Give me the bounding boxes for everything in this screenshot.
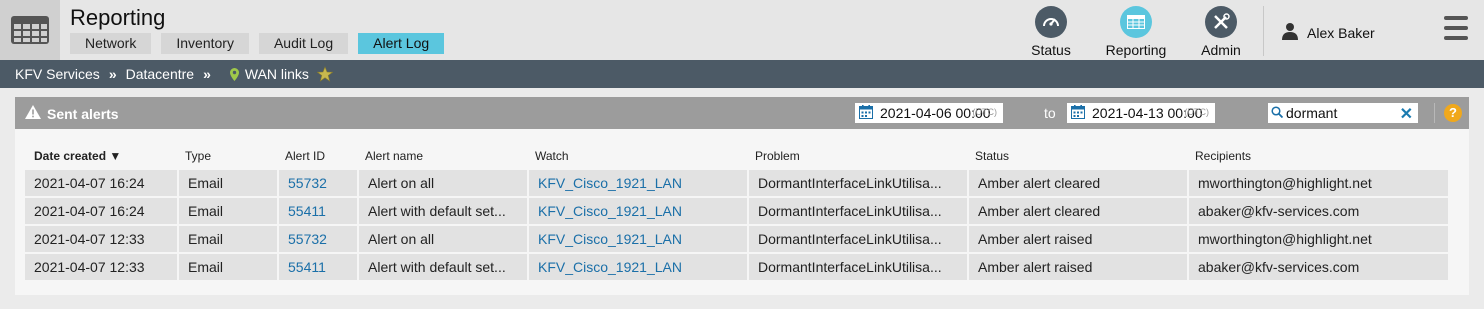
user-icon (1281, 22, 1299, 43)
column-type[interactable]: Type (185, 149, 211, 163)
status-cell: Amber alert raised (969, 254, 1187, 280)
calendar-icon (1071, 104, 1085, 122)
breadcrumb: KFV Services » Datacentre » WAN links (0, 60, 1484, 88)
alerts-table: Date created ▼ Type Alert ID Alert name … (25, 143, 1448, 281)
table-grid-icon[interactable] (0, 0, 60, 60)
top-header: Reporting Network Inventory Audit Log Al… (0, 0, 1484, 60)
search-icon (1271, 105, 1284, 121)
column-problem[interactable]: Problem (755, 149, 800, 163)
type-cell: Email (179, 170, 277, 196)
gauge-icon (1035, 6, 1067, 38)
recipients-cell: abaker@kfv-services.com (1189, 254, 1448, 280)
tab-network[interactable]: Network (70, 33, 152, 54)
calendar-icon (859, 104, 873, 122)
table-row[interactable]: 2021-04-07 12:33 Email 55732 Alert on al… (25, 225, 1448, 253)
problem-cell: DormantInterfaceLinkUtilisa... (749, 198, 967, 224)
type-cell: Email (179, 254, 277, 280)
date-cell: 2021-04-07 12:33 (25, 254, 177, 280)
alert-name-cell: Alert on all (359, 226, 527, 252)
to-date-field[interactable]: 2021-04-13 00:00 (UTC) (1067, 103, 1215, 123)
favorite-star-icon[interactable] (316, 66, 333, 82)
watch-link[interactable]: KFV_Cisco_1921_LAN (529, 254, 747, 280)
nav-status-button[interactable]: Status (1011, 6, 1091, 58)
to-utc-label: (UTC) (1184, 107, 1210, 117)
nav-admin-label: Admin (1201, 42, 1241, 58)
breadcrumb-kfv-services[interactable]: KFV Services (15, 66, 100, 82)
from-utc-label: (UTC) (972, 107, 998, 117)
status-cell: Amber alert raised (969, 226, 1187, 252)
page-title: Reporting (70, 5, 166, 30)
tab-alert-log[interactable]: Alert Log (358, 33, 445, 54)
header-divider (1263, 6, 1264, 56)
problem-cell: DormantInterfaceLinkUtilisa... (749, 226, 967, 252)
panel-title-label: Sent alerts (47, 105, 119, 122)
search-input[interactable] (1286, 105, 1396, 121)
table-icon (1120, 6, 1152, 38)
breadcrumb-wan-links: WAN links (244, 66, 309, 82)
breadcrumb-datacentre[interactable]: Datacentre (126, 66, 194, 82)
alert-name-cell: Alert with default set... (359, 198, 527, 224)
table-row[interactable]: 2021-04-07 16:24 Email 55732 Alert on al… (25, 169, 1448, 197)
column-date-created[interactable]: Date created ▼ (34, 149, 121, 163)
map-pin-icon (229, 67, 239, 81)
hamburger-icon[interactable] (1444, 16, 1468, 40)
panel-header: Sent alerts 2021-04-06 00:00 (UTC) to 20… (15, 97, 1469, 129)
search-field[interactable]: ✕ (1268, 103, 1418, 123)
problem-cell: DormantInterfaceLinkUtilisa... (749, 170, 967, 196)
user-name: Alex Baker (1307, 24, 1375, 41)
column-watch[interactable]: Watch (535, 149, 569, 163)
nav-reporting-button[interactable]: Reporting (1096, 6, 1176, 58)
column-alert-id[interactable]: Alert ID (285, 149, 325, 163)
user-menu[interactable]: Alex Baker (1281, 22, 1375, 43)
help-icon[interactable]: ? (1444, 104, 1462, 122)
column-status[interactable]: Status (975, 149, 1009, 163)
alert-id-link[interactable]: 55732 (279, 170, 357, 196)
breadcrumb-separator: » (203, 66, 211, 82)
breadcrumb-separator: » (108, 66, 117, 82)
table-row[interactable]: 2021-04-07 12:33 Email 55411 Alert with … (25, 253, 1448, 281)
watch-link[interactable]: KFV_Cisco_1921_LAN (529, 170, 747, 196)
warning-icon (25, 105, 41, 122)
problem-cell: DormantInterfaceLinkUtilisa... (749, 254, 967, 280)
date-cell: 2021-04-07 16:24 (25, 198, 177, 224)
alert-name-cell: Alert with default set... (359, 254, 527, 280)
tab-bar: Network Inventory Audit Log Alert Log (70, 33, 445, 54)
column-alert-name[interactable]: Alert name (365, 149, 423, 163)
table-row[interactable]: 2021-04-07 16:24 Email 55411 Alert with … (25, 197, 1448, 225)
tab-audit-log[interactable]: Audit Log (258, 33, 349, 54)
alert-id-link[interactable]: 55411 (279, 254, 357, 280)
nav-admin-button[interactable]: Admin (1181, 6, 1261, 58)
tab-inventory[interactable]: Inventory (161, 33, 249, 54)
tools-icon (1205, 6, 1237, 38)
alert-name-cell: Alert on all (359, 170, 527, 196)
date-cell: 2021-04-07 16:24 (25, 170, 177, 196)
alert-id-link[interactable]: 55411 (279, 198, 357, 224)
nav-status-label: Status (1031, 42, 1071, 58)
table-header: Date created ▼ Type Alert ID Alert name … (30, 143, 1448, 169)
recipients-cell: abaker@kfv-services.com (1189, 198, 1448, 224)
date-cell: 2021-04-07 12:33 (25, 226, 177, 252)
recipients-cell: mworthington@highlight.net (1189, 170, 1448, 196)
status-cell: Amber alert cleared (969, 198, 1187, 224)
nav-reporting-label: Reporting (1105, 42, 1167, 58)
panel-title: Sent alerts (25, 105, 119, 122)
watch-link[interactable]: KFV_Cisco_1921_LAN (529, 226, 747, 252)
help-divider (1434, 103, 1435, 123)
alert-id-link[interactable]: 55732 (279, 226, 357, 252)
watch-link[interactable]: KFV_Cisco_1921_LAN (529, 198, 747, 224)
sent-alerts-panel: Sent alerts 2021-04-06 00:00 (UTC) to 20… (15, 97, 1469, 295)
status-cell: Amber alert cleared (969, 170, 1187, 196)
clear-search-icon[interactable]: ✕ (1400, 104, 1413, 124)
type-cell: Email (179, 226, 277, 252)
to-label: to (1044, 105, 1056, 121)
from-date-field[interactable]: 2021-04-06 00:00 (UTC) (855, 103, 1003, 123)
type-cell: Email (179, 198, 277, 224)
recipients-cell: mworthington@highlight.net (1189, 226, 1448, 252)
column-recipients[interactable]: Recipients (1195, 149, 1251, 163)
